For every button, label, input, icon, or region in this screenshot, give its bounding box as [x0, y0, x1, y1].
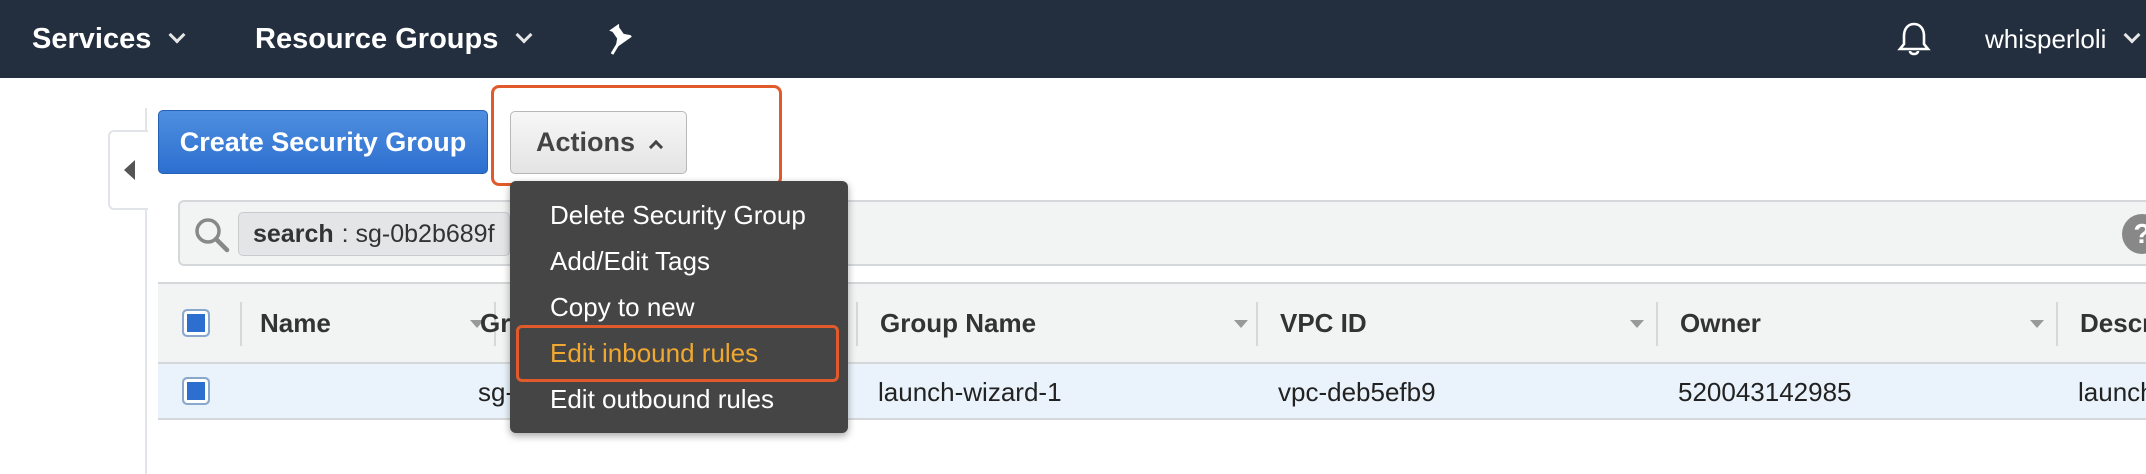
- services-menu[interactable]: Services: [32, 0, 186, 78]
- select-all-checkbox[interactable]: [182, 309, 210, 337]
- user-menu[interactable]: whisperloli: [1985, 0, 2141, 78]
- column-divider: [856, 302, 858, 346]
- search-token-value: : sg-0b2b689f: [341, 219, 495, 248]
- chevron-down-icon: [168, 26, 186, 44]
- cell-group-name: launch-wizard-1: [878, 376, 1062, 407]
- cell-owner: 520043142985: [1678, 376, 1852, 407]
- column-divider: [240, 302, 242, 346]
- bell-icon[interactable]: [1897, 0, 1931, 78]
- column-label: Descr: [2080, 307, 2146, 338]
- column-header-owner[interactable]: Owner: [1680, 284, 2060, 362]
- menu-item-edit-outbound-rules[interactable]: Edit outbound rules: [550, 377, 774, 421]
- cell-description: launch: [2078, 376, 2146, 407]
- actions-dropdown-menu: Delete Security Group Add/Edit Tags Copy…: [510, 181, 848, 433]
- menu-item-copy-to-new[interactable]: Copy to new: [550, 285, 695, 329]
- column-label: Gr: [480, 307, 511, 338]
- pin-icon[interactable]: [606, 0, 636, 78]
- menu-item-delete-security-group[interactable]: Delete Security Group: [550, 193, 806, 237]
- search-filter-token[interactable]: search : sg-0b2b689f: [238, 212, 510, 256]
- table-row[interactable]: sg- launch-wizard-1 vpc-deb5efb9 5200431…: [158, 364, 2146, 420]
- sort-caret-icon[interactable]: [1234, 320, 1248, 328]
- column-divider: [1256, 302, 1258, 346]
- search-icon: [195, 218, 230, 253]
- column-header-description[interactable]: Descr: [2080, 284, 2146, 362]
- search-token-key: search: [253, 219, 334, 248]
- column-header-group-name[interactable]: Group Name: [880, 284, 1260, 362]
- caret-left-icon: [123, 160, 135, 180]
- actions-highlight-box: [491, 85, 782, 186]
- inbound-rules-highlight-box: [516, 325, 839, 382]
- username-label: whisperloli: [1985, 23, 2107, 54]
- row-checkbox[interactable]: [182, 377, 210, 405]
- column-label: VPC ID: [1280, 307, 1367, 338]
- chevron-down-icon: [515, 26, 533, 44]
- column-header-vpc-id[interactable]: VPC ID: [1280, 284, 1660, 362]
- column-label: Owner: [1680, 307, 1761, 338]
- chevron-down-icon: [2123, 26, 2141, 44]
- create-security-group-button[interactable]: Create Security Group: [158, 110, 488, 174]
- column-divider: [1656, 302, 1658, 346]
- cell-group-id: sg-: [478, 376, 515, 407]
- top-navigation-bar: Services Resource Groups whisperloli: [0, 0, 2146, 78]
- resource-groups-label: Resource Groups: [255, 22, 499, 55]
- table-header: Name Gr Group Name VPC ID Owner Descr: [158, 282, 2146, 364]
- sort-caret-icon[interactable]: [2030, 320, 2044, 328]
- column-label: Name: [260, 307, 331, 338]
- resource-groups-menu[interactable]: Resource Groups: [255, 0, 533, 78]
- menu-item-add-edit-tags[interactable]: Add/Edit Tags: [550, 239, 710, 283]
- sidebar-collapse-toggle[interactable]: [108, 130, 148, 210]
- search-bar[interactable]: search : sg-0b2b689f: [178, 200, 2146, 266]
- services-label: Services: [32, 22, 152, 55]
- column-label: Group Name: [880, 307, 1037, 338]
- column-divider: [2056, 302, 2058, 346]
- column-header-name[interactable]: Name: [260, 284, 490, 362]
- sort-caret-icon[interactable]: [1630, 320, 1644, 328]
- cell-vpc-id[interactable]: vpc-deb5efb9: [1278, 364, 1436, 420]
